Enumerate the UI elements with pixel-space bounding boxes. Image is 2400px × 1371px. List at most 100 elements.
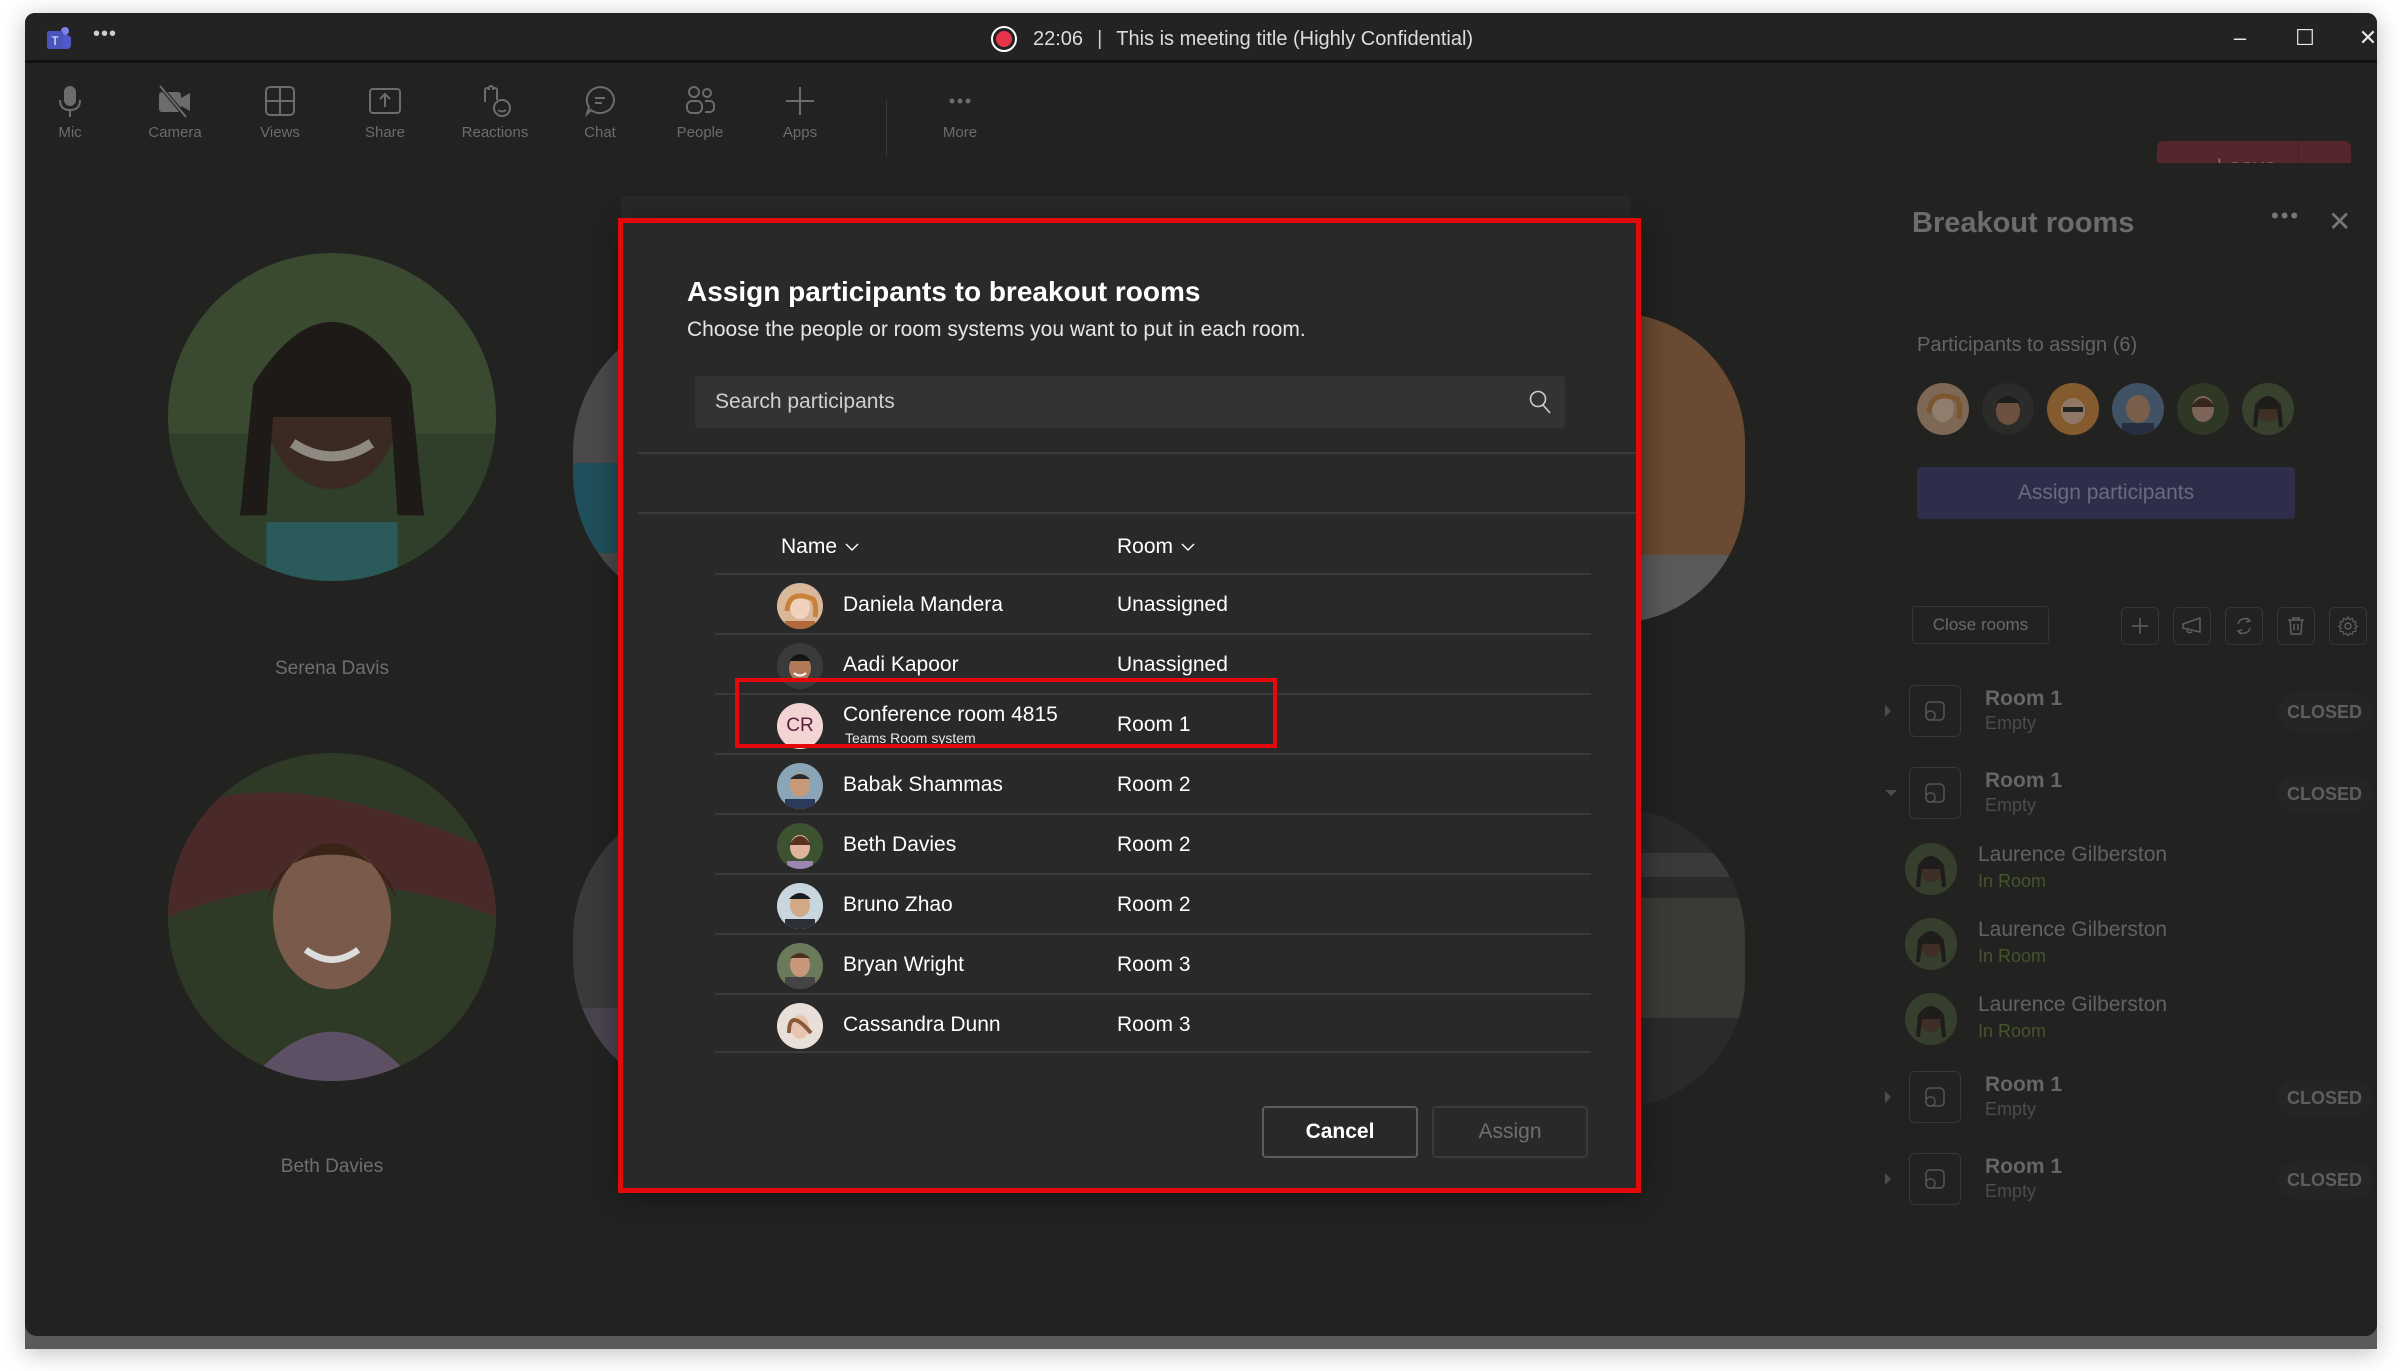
video-tile-serena [168, 253, 496, 581]
people-label: People [676, 124, 724, 141]
reactions-button[interactable]: Reactions [450, 84, 540, 141]
assign-participants-button[interactable]: Assign participants [1917, 467, 2295, 519]
participant-name: Bruno Zhao [843, 893, 953, 916]
table-row[interactable]: Bryan Wright Room 3 [715, 933, 1591, 993]
avatar [1982, 383, 2034, 435]
room-item[interactable]: Room 1 Empty CLOSED [1885, 683, 2373, 739]
participant-name: Conference room 4815 [843, 703, 1058, 726]
member-status: In Room [1978, 946, 2047, 966]
member-name: Laurence Gilberston [1978, 918, 2168, 941]
table-row[interactable]: Babak Shammas Room 2 [715, 753, 1591, 813]
mic-label: Mic [58, 124, 82, 141]
gear-icon [2338, 616, 2358, 636]
assign-button[interactable]: Assign [1432, 1106, 1588, 1158]
camera-button[interactable]: Camera [130, 84, 220, 141]
room-name: Room 1 [1985, 1155, 2063, 1178]
mic-icon [59, 86, 81, 117]
delete-room-button[interactable] [2277, 607, 2315, 645]
add-room-button[interactable] [2121, 607, 2159, 645]
room-item[interactable]: Room 1 Empty CLOSED [1885, 1151, 2373, 1207]
collapse-caret-icon[interactable] [1885, 790, 1897, 796]
apps-button[interactable]: Apps [755, 84, 845, 141]
views-label: Views [260, 124, 300, 141]
column-header-name[interactable]: Name [781, 535, 859, 559]
recreate-rooms-button[interactable] [2225, 607, 2263, 645]
participant-name: Beth Davies [843, 833, 957, 856]
title-separator: | [1097, 27, 1103, 50]
title-bar: T ••• 22:06 | This is meeting title (Hig… [25, 13, 2377, 63]
share-icon [369, 88, 401, 114]
meeting-window-body: T ••• 22:06 | This is meeting title (Hig… [25, 13, 2377, 1336]
table-row[interactable]: Aadi Kapoor Unassigned [715, 633, 1591, 693]
toolbar-divider [886, 100, 887, 156]
more-icon [949, 98, 971, 104]
room-icon [1909, 1071, 1961, 1123]
room-status-badge: CLOSED [2277, 775, 2373, 813]
avatar [2047, 383, 2099, 435]
mic-button[interactable]: Mic [25, 84, 115, 141]
room-member[interactable]: Laurence Gilberston In Room [1905, 841, 2365, 897]
table-row[interactable]: Beth Davies Room 2 [715, 813, 1591, 873]
plus-icon [2132, 618, 2148, 634]
cancel-button[interactable]: Cancel [1262, 1106, 1418, 1158]
participant-room: Room 2 [1117, 893, 1191, 916]
room-member[interactable]: Laurence Gilberston In Room [1905, 916, 2365, 972]
participant-photo [168, 253, 496, 581]
room-name: Room 1 [1985, 1073, 2063, 1096]
minimize-button[interactable]: – [2215, 21, 2265, 55]
close-rooms-button[interactable]: Close rooms [1912, 606, 2049, 644]
chat-icon [584, 85, 615, 118]
avatar [777, 823, 823, 869]
views-button[interactable]: Views [235, 84, 325, 141]
plus-icon [786, 87, 814, 115]
share-label: Share [364, 124, 406, 141]
recording-time: 22:06 [1033, 27, 1084, 50]
participant-name: Bryan Wright [843, 953, 964, 976]
share-button[interactable]: Share [340, 84, 430, 141]
expand-caret-icon[interactable] [1885, 1091, 1891, 1103]
panel-close-button[interactable]: ✕ [2328, 205, 2351, 238]
participant-name: Babak Shammas [843, 773, 1003, 796]
expand-caret-icon[interactable] [1885, 705, 1891, 717]
table-row[interactable]: CR Conference room 4815 Teams Room syste… [715, 693, 1591, 753]
room-system-avatar: CR [777, 703, 823, 749]
expand-caret-icon[interactable] [1885, 1173, 1891, 1185]
people-button[interactable]: People [655, 84, 745, 141]
avatar [777, 763, 823, 809]
svg-text:T: T [51, 34, 59, 48]
title-more-button[interactable]: ••• [93, 23, 117, 46]
apps-label: Apps [782, 124, 818, 141]
search-participants-input[interactable] [695, 376, 1565, 428]
room-item[interactable]: Room 1 Empty CLOSED [1885, 765, 2373, 821]
participant-type: Teams Room system [845, 730, 976, 746]
avatar [777, 943, 823, 989]
megaphone-icon [2182, 617, 2201, 634]
room-item[interactable]: Room 1 Empty CLOSED [1885, 1069, 2373, 1125]
dialog-title: Assign participants to breakout rooms [687, 276, 1201, 307]
unassigned-avatar-list [1917, 383, 2294, 435]
room-status-text: Empty [1985, 1181, 2037, 1201]
search-icon[interactable] [1527, 389, 1553, 415]
announcement-button[interactable] [2173, 607, 2211, 645]
room-member[interactable]: Laurence Gilberston In Room [1905, 991, 2365, 1047]
more-button[interactable]: More [915, 84, 1005, 141]
close-window-button[interactable]: ✕ [2343, 21, 2377, 55]
refresh-icon [2236, 617, 2252, 635]
table-row[interactable]: Cassandra Dunn Room 3 [715, 993, 1591, 1053]
room-name: Room 1 [1985, 769, 2063, 792]
table-row[interactable]: Bruno Zhao Room 2 [715, 873, 1591, 933]
teams-logo-icon: T [47, 27, 71, 49]
room-settings-button[interactable] [2329, 607, 2367, 645]
member-name: Laurence Gilberston [1978, 993, 2168, 1016]
maximize-button[interactable]: ☐ [2280, 21, 2330, 55]
table-row[interactable]: Daniela Mandera Unassigned [715, 573, 1591, 633]
room-status-text: Empty [1985, 1099, 2037, 1119]
room-status-text: Empty [1985, 713, 2037, 733]
avatar [1905, 843, 1957, 895]
chat-button[interactable]: Chat [555, 84, 645, 141]
avatar [1905, 993, 1957, 1045]
panel-more-button[interactable]: ••• [2271, 203, 2300, 229]
participant-room: Room 1 [1117, 713, 1191, 736]
participant-photo [168, 753, 496, 1081]
column-header-room[interactable]: Room [1117, 535, 1195, 559]
